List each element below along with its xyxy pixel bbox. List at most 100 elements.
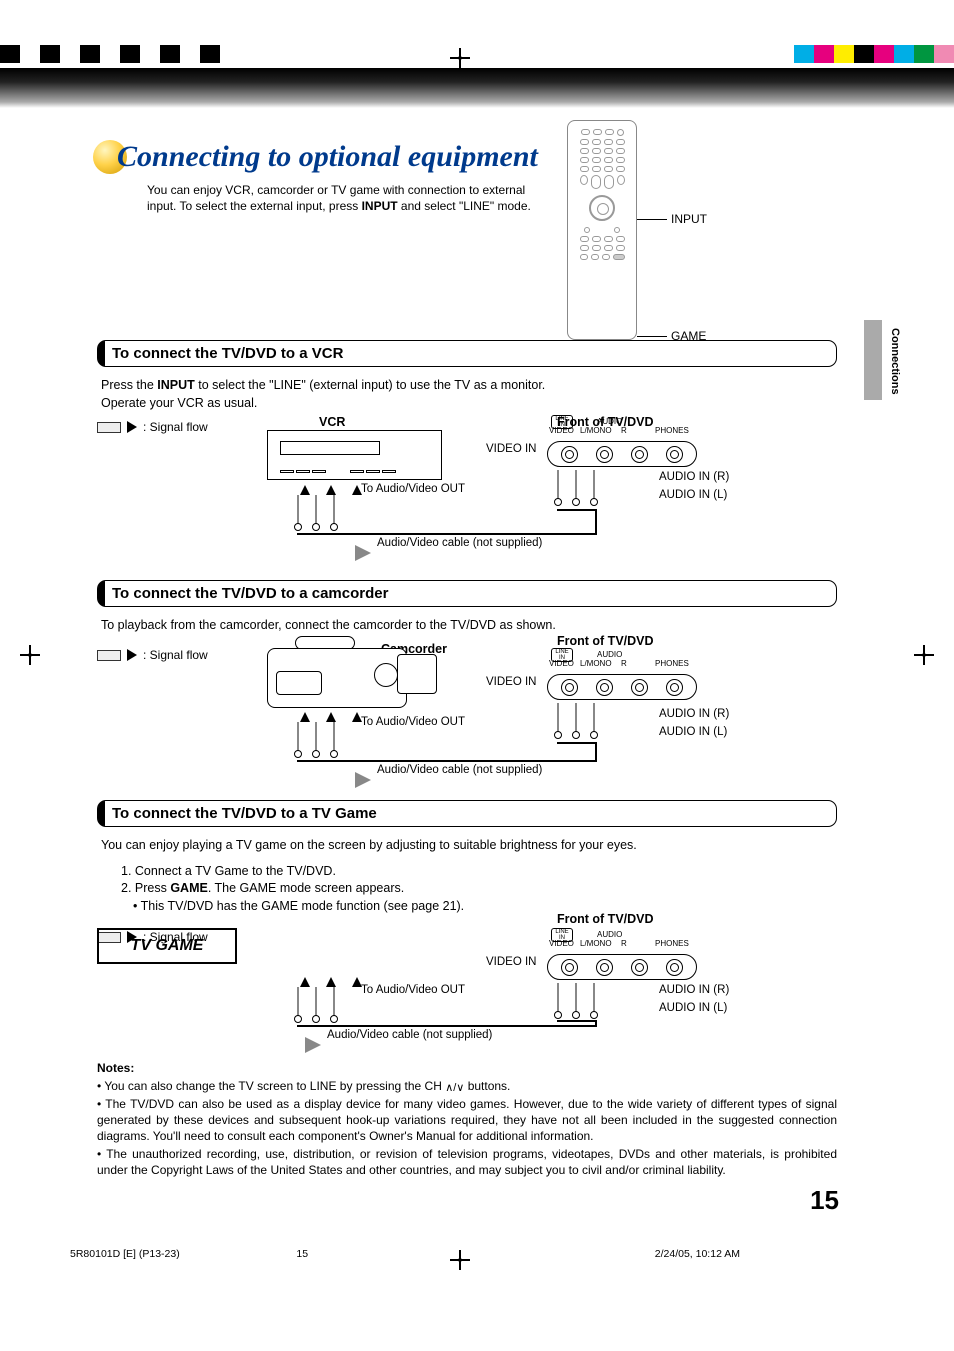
label-video-in: VIDEO IN (486, 676, 536, 688)
cable-icon (297, 495, 299, 525)
step-text: . The GAME mode screen appears. (208, 881, 404, 895)
jack-label: VIDEO (549, 939, 574, 948)
label-video-in: VIDEO IN (486, 443, 536, 455)
cable-icon (297, 987, 299, 1017)
cable-icon (315, 987, 317, 1017)
front-label: Front of TV/DVD (557, 634, 654, 648)
jack-label: PHONES (655, 659, 689, 668)
section-header: To connect the TV/DVD to a VCR (97, 340, 837, 367)
label-audio-l: AUDIO IN (L) (659, 489, 727, 501)
ch-up-down-icon: ∧/∨ (445, 1082, 464, 1094)
arrow-up-icon (352, 712, 362, 722)
section-tvgame: To connect the TV/DVD to a TV Game You c… (97, 800, 837, 919)
section-header: To connect the TV/DVD to a camcorder (97, 580, 837, 607)
cable-icon (575, 703, 577, 733)
body-text: Press the (101, 378, 157, 392)
camcorder-lens-icon (397, 654, 437, 694)
rca-jack-icon (631, 959, 648, 976)
rca-jack-icon (596, 959, 613, 976)
label-cable: Audio/Video cable (not supplied) (327, 1029, 492, 1041)
registration-color-bar (0, 45, 954, 63)
rca-jack-icon (561, 679, 578, 696)
side-tab-label: Connections (889, 328, 901, 395)
rca-jack-icon (561, 959, 578, 976)
camcorder-diagram: LINE IN VIDEO L/MONO AUDIO R PHONES VIDE… (97, 648, 837, 808)
cable-icon (333, 722, 335, 752)
body-keyword: INPUT (157, 378, 195, 392)
flow-arrow-icon (355, 772, 371, 788)
registration-mark-icon (20, 645, 40, 665)
note-item: • The unauthorized recording, use, distr… (97, 1146, 837, 1178)
body-text: Operate your VCR as usual. (101, 396, 257, 410)
vcr-icon (267, 430, 442, 480)
jack-label: PHONES (655, 426, 689, 435)
jack-label: AUDIO (597, 650, 622, 659)
label-audio-l: AUDIO IN (L) (659, 1002, 727, 1014)
rca-jack-icon (631, 446, 648, 463)
intro-line: input. To select the external input, pre… (147, 199, 362, 213)
jack-label: AUDIO (597, 930, 622, 939)
jack-label: L/MONO (580, 426, 612, 435)
page-title: Connecting to optional equipment (117, 140, 538, 174)
remote-callout-input: INPUT (671, 212, 707, 226)
arrow-up-icon (326, 712, 336, 722)
note-text: • You can also change the TV screen to L… (97, 1079, 445, 1093)
flow-arrow-icon (355, 545, 371, 561)
side-tab (864, 320, 882, 400)
cable-icon (333, 495, 335, 525)
registration-mark-icon (914, 645, 934, 665)
jack-label: R (621, 426, 627, 435)
rca-jack-icon (666, 446, 683, 463)
jack-label: AUDIO (597, 417, 622, 426)
rca-jack-icon (561, 446, 578, 463)
section-body: Press the INPUT to select the "LINE" (ex… (97, 367, 837, 416)
section-camcorder: To connect the TV/DVD to a camcorder To … (97, 580, 837, 639)
note-text: buttons. (464, 1079, 510, 1093)
label-to-av-out: To Audio/Video OUT (361, 716, 465, 728)
note-item: • You can also change the TV screen to L… (97, 1078, 837, 1095)
arrow-up-icon (326, 977, 336, 987)
cable-icon (575, 983, 577, 1013)
cable-icon (315, 722, 317, 752)
jack-label: VIDEO (549, 426, 574, 435)
rca-jack-icon (666, 679, 683, 696)
camcorder-body-icon (267, 648, 407, 708)
cable-icon (315, 495, 317, 525)
rca-jack-icon (596, 679, 613, 696)
intro-line: and select "LINE" mode. (398, 199, 531, 213)
page-number: 15 (810, 1185, 839, 1216)
jack-label: PHONES (655, 939, 689, 948)
cable-icon (593, 983, 595, 1013)
note-item: • The TV/DVD can also be used as a displ… (97, 1096, 837, 1145)
body-text: You can enjoy playing a TV game on the s… (101, 837, 833, 855)
remote-illustration: INPUT GAME (567, 120, 747, 340)
notes-block: Notes: • You can also change the TV scre… (97, 1060, 837, 1179)
arrow-up-icon (300, 485, 310, 495)
jack-label: L/MONO (580, 659, 612, 668)
cable-icon (333, 987, 335, 1017)
cable-icon (557, 470, 559, 500)
flow-arrow-icon (305, 1037, 321, 1053)
footer-date: 2/24/05, 10:12 AM (655, 1248, 740, 1260)
label-video-in: VIDEO IN (486, 956, 536, 968)
step-text: 1. Connect a TV Game to the TV/DVD. (121, 863, 833, 881)
cable-icon (593, 703, 595, 733)
arrow-up-icon (300, 977, 310, 987)
footer-page: 15 (296, 1248, 308, 1260)
step-text: 2. Press (121, 881, 170, 895)
arrow-up-icon (352, 977, 362, 987)
notes-title: Notes: (97, 1060, 837, 1076)
body-text: to select the "LINE" (external input) to… (195, 378, 546, 392)
rca-jack-icon (666, 959, 683, 976)
rca-jack-icon (596, 446, 613, 463)
footer-doc: 5R80101D [E] (P13-23) (70, 1248, 180, 1260)
cable-icon (575, 470, 577, 500)
cable-icon (593, 470, 595, 500)
registration-mark-icon (450, 48, 470, 68)
tvgame-box-icon: TV GAME (97, 928, 237, 964)
intro-line: You can enjoy VCR, camcorder or TV game … (147, 183, 525, 197)
jack-label: R (621, 659, 627, 668)
section-body: To playback from the camcorder, connect … (97, 607, 837, 639)
section-vcr: To connect the TV/DVD to a VCR Press the… (97, 340, 837, 416)
label-cable: Audio/Video cable (not supplied) (377, 764, 542, 776)
